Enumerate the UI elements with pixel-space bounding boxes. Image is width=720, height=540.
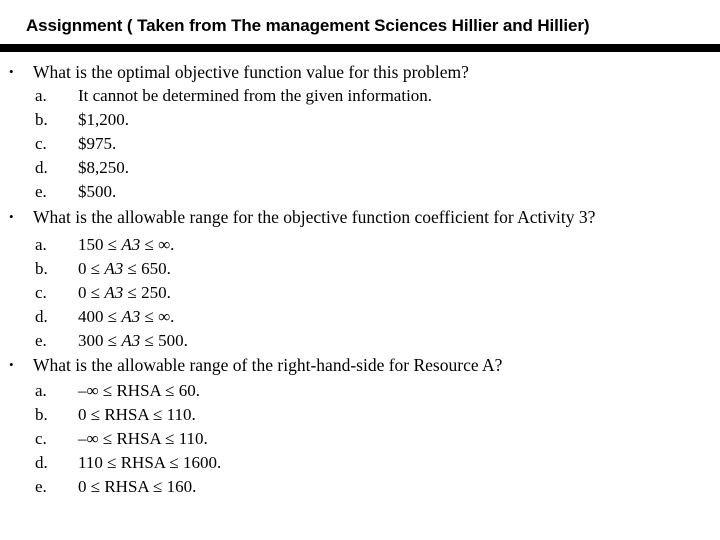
- question-block: • What is the allowable range of the rig…: [0, 353, 720, 499]
- option-letter: e.: [35, 331, 47, 350]
- option-text: It cannot be determined from the given i…: [78, 86, 433, 105]
- option-letter: a.: [35, 86, 47, 105]
- bullet-icon: •: [9, 209, 14, 224]
- option-text: 0 ≤ A3 ≤ 250.: [78, 281, 171, 305]
- option-item[interactable]: a. It cannot be determined from the given…: [0, 84, 720, 108]
- option-text: 110 ≤ RHSA ≤ 1600.: [78, 453, 222, 472]
- option-item[interactable]: b. 0 ≤ RHSA ≤ 110.: [0, 403, 720, 427]
- option-letter: b.: [35, 259, 48, 278]
- question-block: • What is the optimal objective function…: [0, 60, 720, 204]
- option-item[interactable]: a. –∞ ≤ RHSA ≤ 60.: [0, 379, 720, 403]
- question-prompt: • What is the allowable range of the rig…: [0, 353, 720, 377]
- option-text: $500.: [78, 182, 117, 201]
- slide-body: • What is the optimal objective function…: [0, 60, 720, 499]
- option-text: $8,250.: [78, 158, 129, 177]
- range-lower: 150 ≤: [78, 235, 122, 254]
- variable-name: A3: [104, 259, 124, 278]
- option-text: 0 ≤ A3 ≤ 650.: [78, 257, 171, 281]
- range-upper: ≤ ∞.: [140, 235, 175, 254]
- option-item[interactable]: a. 150 ≤ A3 ≤ ∞.: [0, 233, 720, 257]
- option-text: 150 ≤ A3 ≤ ∞.: [78, 233, 174, 257]
- option-letter: d.: [35, 158, 48, 177]
- option-text: $1,200.: [78, 110, 129, 129]
- variable-name: A3: [121, 307, 141, 326]
- range-lower: 0 ≤: [78, 259, 105, 278]
- option-letter: a.: [35, 381, 47, 400]
- option-letter: c.: [35, 134, 47, 153]
- option-item[interactable]: c. $975.: [0, 132, 720, 156]
- range-lower: 400 ≤: [78, 307, 122, 326]
- variable-name: A3: [121, 235, 141, 254]
- option-item[interactable]: d. 400 ≤ A3 ≤ ∞.: [0, 305, 720, 329]
- option-letter: d.: [35, 453, 48, 472]
- option-letter: c.: [35, 283, 47, 302]
- variable-name: A3: [121, 331, 141, 350]
- option-text: $975.: [78, 134, 117, 153]
- option-letter: a.: [35, 235, 47, 254]
- option-letter: e.: [35, 477, 47, 496]
- option-item[interactable]: e. 300 ≤ A3 ≤ 500.: [0, 329, 720, 353]
- option-text: –∞ ≤ RHSA ≤ 60.: [78, 381, 200, 400]
- bullet-icon: •: [9, 357, 14, 372]
- range-upper: ≤ 500.: [140, 331, 188, 350]
- bullet-icon: •: [9, 64, 14, 79]
- option-list: a. –∞ ≤ RHSA ≤ 60. b. 0 ≤ RHSA ≤ 110. c. –∞…: [0, 379, 720, 499]
- option-text: 0 ≤ RHSA ≤ 160.: [78, 477, 197, 496]
- option-text: 400 ≤ A3 ≤ ∞.: [78, 305, 174, 329]
- option-item[interactable]: d. 110 ≤ RHSA ≤ 1600.: [0, 451, 720, 475]
- option-letter: e.: [35, 182, 47, 201]
- range-lower: 300 ≤: [78, 331, 122, 350]
- range-lower: 0 ≤: [78, 283, 105, 302]
- option-text: 0 ≤ RHSA ≤ 110.: [78, 405, 196, 424]
- option-letter: c.: [35, 429, 47, 448]
- question-prompt: • What is the optimal objective function…: [0, 60, 720, 84]
- option-item[interactable]: c. –∞ ≤ RHSA ≤ 110.: [0, 427, 720, 451]
- question-prompt-text: What is the allowable range of the right…: [33, 355, 503, 375]
- option-text: –∞ ≤ RHSA ≤ 110.: [78, 429, 208, 448]
- range-upper: ≤ ∞.: [140, 307, 175, 326]
- title-divider-bar: [0, 44, 720, 52]
- option-item[interactable]: e. $500.: [0, 180, 720, 204]
- option-item[interactable]: d. $8,250.: [0, 156, 720, 180]
- option-letter: b.: [35, 405, 48, 424]
- variable-name: A3: [104, 283, 124, 302]
- question-prompt-text: What is the optimal objective function v…: [33, 62, 469, 82]
- option-list: a. It cannot be determined from the given…: [0, 84, 720, 204]
- option-letter: d.: [35, 307, 48, 326]
- option-item[interactable]: b. 0 ≤ A3 ≤ 650.: [0, 257, 720, 281]
- range-upper: ≤ 650.: [123, 259, 171, 278]
- option-text: 300 ≤ A3 ≤ 500.: [78, 329, 188, 353]
- question-block: • What is the allowable range for the ob…: [0, 205, 720, 353]
- option-letter: b.: [35, 110, 48, 129]
- option-list: a. 150 ≤ A3 ≤ ∞. b. 0 ≤ A3 ≤ 650. c. 0 ≤ A3…: [0, 233, 720, 353]
- question-prompt: • What is the allowable range for the ob…: [0, 205, 720, 229]
- page-title: Assignment ( Taken from The management S…: [26, 16, 590, 35]
- question-prompt-text: What is the allowable range for the obje…: [33, 207, 596, 227]
- option-item[interactable]: c. 0 ≤ A3 ≤ 250.: [0, 281, 720, 305]
- range-upper: ≤ 250.: [123, 283, 171, 302]
- option-item[interactable]: e. 0 ≤ RHSA ≤ 160.: [0, 475, 720, 499]
- option-item[interactable]: b. $1,200.: [0, 108, 720, 132]
